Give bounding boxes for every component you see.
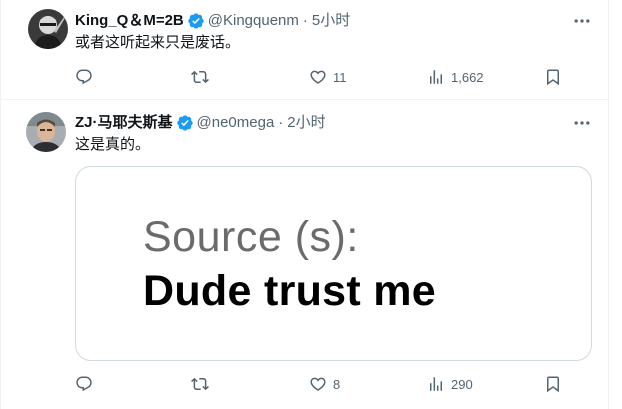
views-count: 290 bbox=[451, 376, 473, 392]
tweet-header: King_Q＆M=2B @Kingquenm · 5小时 bbox=[75, 11, 350, 31]
avatar-image bbox=[28, 9, 68, 49]
views-button[interactable]: 1,662 bbox=[427, 67, 484, 87]
timeline-border-right bbox=[608, 0, 609, 409]
retweet-icon bbox=[191, 70, 209, 84]
avatar[interactable] bbox=[28, 9, 68, 49]
bookmark-button[interactable] bbox=[544, 67, 562, 87]
views-button[interactable]: 290 bbox=[427, 374, 473, 394]
separator-dot: · bbox=[302, 12, 308, 29]
tweet-timestamp[interactable]: 2小时 bbox=[287, 113, 325, 133]
timeline-border-left bbox=[0, 0, 1, 409]
verified-badge-icon bbox=[188, 13, 204, 29]
views-icon bbox=[430, 377, 442, 391]
retweet-button[interactable] bbox=[191, 67, 215, 87]
bookmark-icon bbox=[547, 69, 559, 86]
reply-button[interactable] bbox=[75, 374, 99, 394]
author-name[interactable]: King_Q＆M=2B bbox=[75, 11, 184, 31]
tweet-media-image[interactable]: Source (s): Dude trust me bbox=[75, 166, 592, 361]
retweet-icon bbox=[191, 377, 209, 391]
like-count: 8 bbox=[333, 376, 341, 392]
like-button[interactable]: 11 bbox=[309, 67, 347, 87]
like-count: 11 bbox=[333, 69, 347, 85]
separator-dot: · bbox=[278, 114, 284, 131]
tweet-text: 或者这听起来只是废话。 bbox=[75, 34, 241, 51]
tweet-timestamp[interactable]: 5小时 bbox=[312, 11, 350, 31]
author-handle[interactable]: @Kingquenm bbox=[208, 11, 299, 31]
author-handle[interactable]: @ne0mega bbox=[197, 113, 275, 133]
media-text-line: Source (s): bbox=[143, 213, 359, 261]
views-icon bbox=[430, 70, 442, 84]
views-count: 1,662 bbox=[451, 69, 484, 85]
reply-button[interactable] bbox=[75, 67, 99, 87]
verified-badge-icon bbox=[176, 115, 193, 131]
author-name[interactable]: ZJ·马耶夫斯基 bbox=[75, 113, 173, 133]
reply-icon bbox=[76, 69, 92, 85]
like-button[interactable]: 8 bbox=[309, 374, 340, 394]
avatar[interactable] bbox=[26, 112, 66, 152]
tweet-text: 这是真的。 bbox=[75, 136, 151, 153]
media-text-line: Dude trust me bbox=[143, 267, 436, 315]
tweet-header: ZJ·马耶夫斯基 @ne0mega · 2小时 bbox=[75, 113, 326, 133]
more-icon[interactable] bbox=[572, 113, 592, 133]
more-icon[interactable] bbox=[572, 11, 592, 31]
retweet-button[interactable] bbox=[191, 374, 215, 394]
bookmark-icon bbox=[547, 376, 559, 393]
bookmark-button[interactable] bbox=[544, 374, 562, 394]
tweet-divider bbox=[0, 99, 609, 100]
like-icon bbox=[310, 377, 326, 391]
avatar-image bbox=[26, 112, 66, 152]
like-icon bbox=[310, 70, 326, 84]
reply-icon bbox=[76, 376, 92, 392]
